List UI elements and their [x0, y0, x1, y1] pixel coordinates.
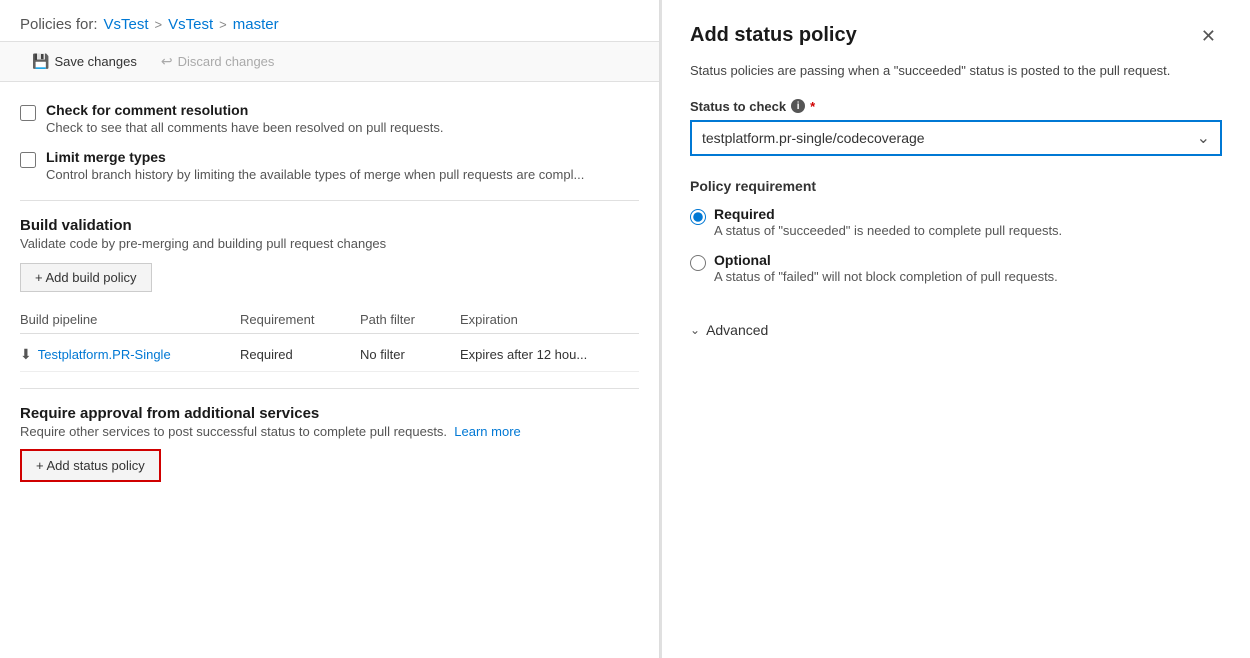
col-expiration: Expiration	[460, 312, 639, 327]
approval-desc: Require other services to post successfu…	[20, 424, 639, 439]
comment-policy-content: Check for comment resolution Check to se…	[46, 102, 443, 135]
drawer-panel: Add status policy ✕ Status policies are …	[660, 0, 1250, 658]
breadcrumb-part1[interactable]: VsTest	[104, 16, 149, 33]
comment-policy-checkbox[interactable]	[20, 105, 36, 121]
comment-policy-desc: Check to see that all comments have been…	[46, 120, 443, 135]
table-row: ⬇ Testplatform.PR-Single Required No fil…	[20, 338, 639, 372]
breadcrumb-part2[interactable]: VsTest	[168, 16, 213, 33]
build-validation-heading: Build validation	[20, 217, 639, 234]
learn-more-link[interactable]: Learn more	[454, 424, 520, 439]
optional-radio[interactable]	[690, 255, 706, 271]
policy-requirement-label: Policy requirement	[690, 178, 1222, 194]
required-desc: A status of "succeeded" is needed to com…	[714, 223, 1062, 238]
merge-policy-item: Limit merge types Control branch history…	[20, 149, 639, 182]
comment-policy-title: Check for comment resolution	[46, 102, 443, 118]
add-build-label: + Add build policy	[35, 270, 137, 285]
merge-policy-title: Limit merge types	[46, 149, 584, 165]
comment-policy-item: Check for comment resolution Check to se…	[20, 102, 639, 135]
build-table-header: Build pipeline Requirement Path filter E…	[20, 306, 639, 334]
required-label: Required	[714, 206, 1062, 222]
optional-label: Optional	[714, 252, 1058, 268]
add-status-policy-button[interactable]: + Add status policy	[20, 449, 161, 482]
policy-section: Check for comment resolution Check to se…	[20, 102, 639, 182]
breadcrumb-prefix: Policies for:	[20, 16, 98, 33]
discard-changes-button[interactable]: ↩ Discard changes	[149, 48, 287, 75]
required-radio[interactable]	[690, 209, 706, 225]
optional-desc: A status of "failed" will not block comp…	[714, 269, 1058, 284]
breadcrumb-sep1: >	[155, 17, 163, 32]
required-option: Required A status of "succeeded" is need…	[690, 206, 1222, 238]
add-build-policy-button[interactable]: + Add build policy	[20, 263, 152, 292]
close-button[interactable]: ✕	[1195, 24, 1222, 49]
drawer-title: Add status policy	[690, 24, 857, 47]
optional-text-group: Optional A status of "failed" will not b…	[714, 252, 1058, 284]
pipeline-icon: ⬇	[20, 346, 32, 363]
requirement-cell: Required	[240, 347, 360, 362]
status-select[interactable]: testplatform.pr-single/codecoverage	[690, 120, 1222, 156]
divider1	[20, 200, 639, 201]
approval-section: Require approval from additional service…	[20, 405, 639, 482]
save-label: Save changes	[54, 54, 136, 69]
discard-label: Discard changes	[178, 54, 275, 69]
pipeline-name-text[interactable]: Testplatform.PR-Single	[38, 347, 171, 362]
required-asterisk: *	[810, 99, 815, 114]
status-label-text: Status to check	[690, 99, 786, 114]
advanced-row[interactable]: ⌄ Advanced	[690, 318, 1222, 342]
breadcrumb-sep2: >	[219, 17, 227, 32]
merge-policy-content: Limit merge types Control branch history…	[46, 149, 584, 182]
save-icon: 💾	[32, 53, 49, 70]
build-validation-subheading: Validate code by pre-merging and buildin…	[20, 236, 639, 251]
pathfilter-cell: No filter	[360, 347, 460, 362]
approval-desc-text: Require other services to post successfu…	[20, 424, 447, 439]
col-pathfilter: Path filter	[360, 312, 460, 327]
optional-option: Optional A status of "failed" will not b…	[690, 252, 1222, 284]
divider2	[20, 388, 639, 389]
col-pipeline: Build pipeline	[20, 312, 240, 327]
build-validation-section: Build validation Validate code by pre-me…	[20, 217, 639, 372]
radio-group: Required A status of "succeeded" is need…	[690, 206, 1222, 298]
col-requirement: Requirement	[240, 312, 360, 327]
toolbar: 💾 Save changes ↩ Discard changes	[0, 42, 659, 82]
save-changes-button[interactable]: 💾 Save changes	[20, 48, 149, 75]
status-field-label: Status to check i *	[690, 99, 1222, 114]
drawer-description: Status policies are passing when a "succ…	[690, 61, 1222, 81]
content-area: Check for comment resolution Check to se…	[0, 82, 659, 658]
chevron-down-icon: ⌄	[690, 323, 700, 337]
approval-heading: Require approval from additional service…	[20, 405, 639, 422]
pipeline-cell: ⬇ Testplatform.PR-Single	[20, 346, 240, 363]
left-panel: Policies for: VsTest > VsTest > master 💾…	[0, 0, 660, 658]
status-select-wrapper: testplatform.pr-single/codecoverage	[690, 120, 1222, 156]
info-icon: i	[791, 99, 805, 113]
breadcrumb: Policies for: VsTest > VsTest > master	[0, 0, 659, 42]
advanced-label: Advanced	[706, 322, 768, 338]
merge-policy-desc: Control branch history by limiting the a…	[46, 167, 584, 182]
expiration-cell: Expires after 12 hou...	[460, 347, 639, 362]
breadcrumb-part3[interactable]: master	[233, 16, 279, 33]
drawer-header: Add status policy ✕	[690, 24, 1222, 49]
required-text-group: Required A status of "succeeded" is need…	[714, 206, 1062, 238]
add-status-label: + Add status policy	[36, 458, 145, 473]
discard-icon: ↩	[161, 53, 173, 70]
merge-policy-checkbox[interactable]	[20, 152, 36, 168]
